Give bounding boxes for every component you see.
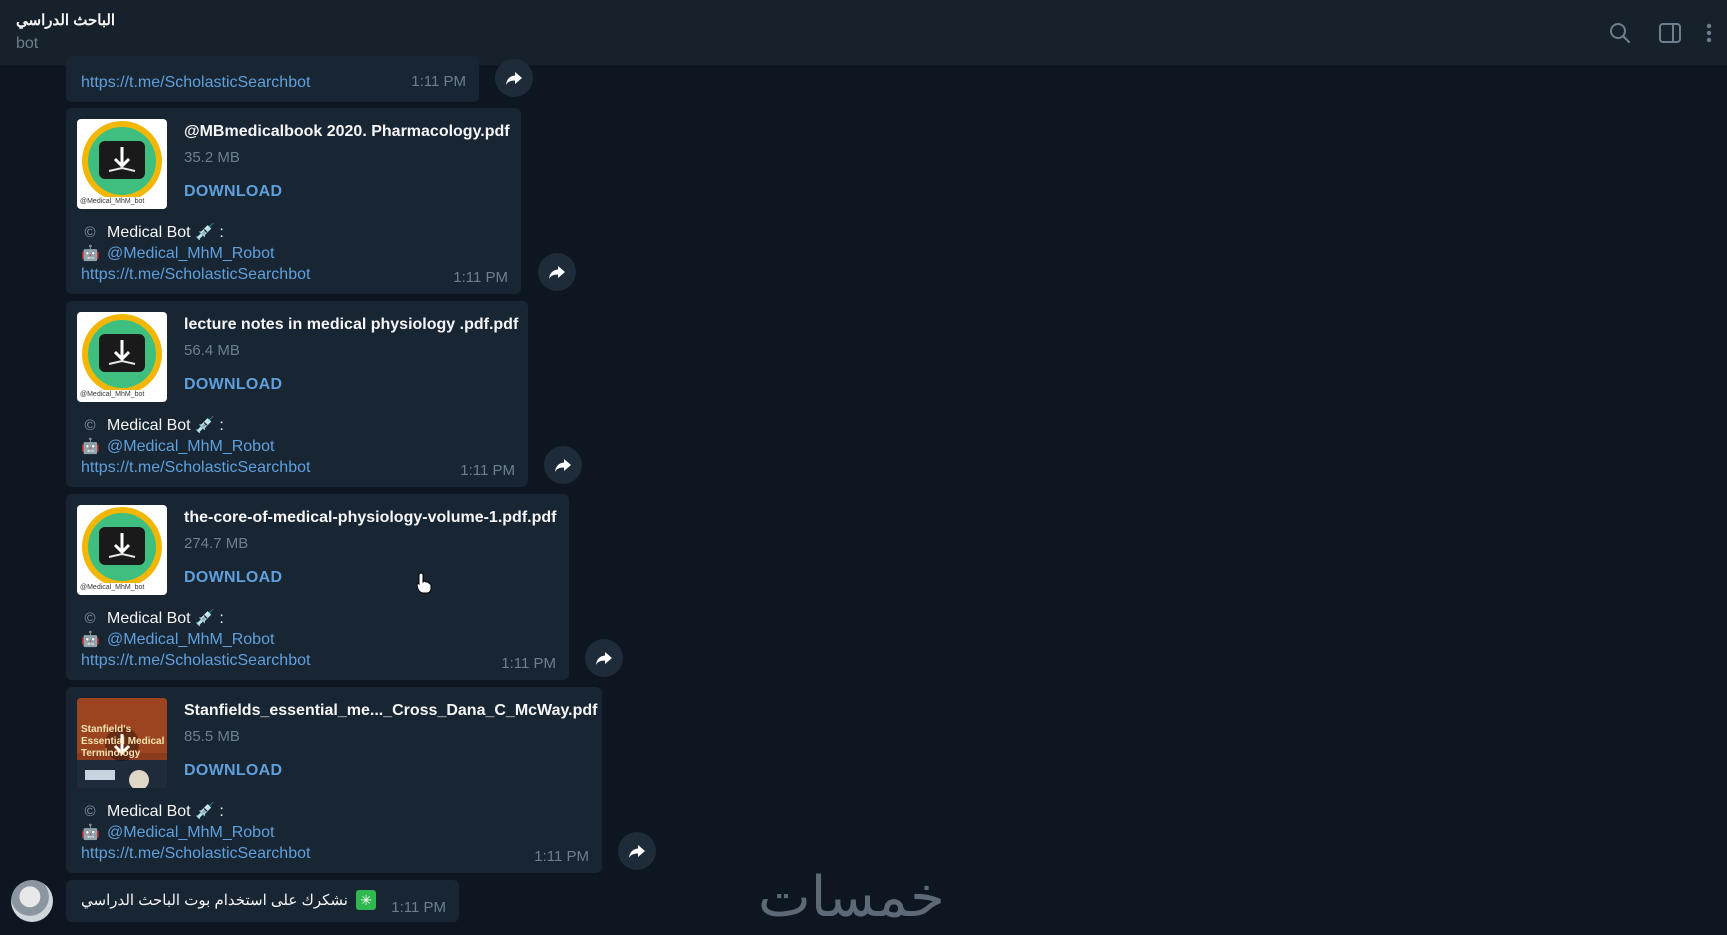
copyright-icon: © — [84, 610, 96, 627]
caption-link[interactable]: https://t.me/ScholasticSearchbot — [81, 74, 310, 92]
download-button[interactable]: DOWNLOAD — [184, 762, 282, 780]
caption-link[interactable]: https://t.me/ScholasticSearchbot — [81, 652, 310, 670]
caption-handle[interactable]: @Medical_MhM_Robot — [107, 631, 274, 648]
file-size: 56.4 MB — [184, 342, 240, 359]
file-thumbnail[interactable]: @Medical_MhM_bot — [77, 312, 167, 402]
caption-line: © Medical Bot 💉 : — [81, 801, 223, 821]
robot-icon: 🤖 — [81, 631, 100, 648]
caption-line: © Medical Bot 💉 : — [81, 608, 223, 628]
forward-icon — [629, 845, 645, 858]
thumbnail-label: @Medical_MhM_bot — [80, 198, 145, 205]
caption-link[interactable]: https://t.me/ScholasticSearchbot — [81, 266, 310, 284]
forward-button[interactable] — [544, 446, 582, 484]
message-time: 1:11 PM — [391, 899, 446, 916]
copyright-icon: © — [84, 417, 96, 434]
caption-line: © Medical Bot 💉 : — [81, 415, 223, 435]
caption-handle[interactable]: @Medical_MhM_Robot — [107, 824, 274, 841]
file-thumbnail[interactable]: @Medical_MhM_bot — [77, 505, 167, 595]
file-name: @MBmedicalbook 2020. Pharmacology.pdf — [184, 123, 510, 140]
message-time: 1:11 PM — [460, 462, 515, 479]
watermark-logo: خمسات — [758, 865, 945, 930]
file-name: the-core-of-medical-physiology-volume-1.… — [184, 509, 557, 526]
caption-link[interactable]: https://t.me/ScholasticSearchbot — [81, 459, 310, 477]
message-time: 1:11 PM — [501, 655, 556, 672]
sidebar-toggle-icon[interactable] — [1657, 20, 1683, 46]
caption-link[interactable]: https://t.me/ScholasticSearchbot — [81, 845, 310, 863]
file-name: lecture notes in medical physiology .pdf… — [184, 316, 519, 333]
hand-cursor-icon — [416, 572, 432, 594]
file-name: Stanfields_essential_me..._Cross_Dana_C_… — [184, 702, 598, 719]
file-size: 274.7 MB — [184, 535, 249, 552]
forward-button[interactable] — [585, 639, 623, 677]
file-message: @Medical_MhM_bot the-core-of-medical-phy… — [66, 494, 569, 680]
forward-button[interactable] — [495, 59, 533, 97]
message-time: 1:11 PM — [453, 269, 508, 286]
copyright-icon: © — [84, 224, 96, 241]
file-thumbnail[interactable]: @Medical_MhM_bot — [77, 119, 167, 209]
file-message: Stanfield's Essential Medical Terminolog… — [66, 687, 602, 873]
download-button[interactable]: DOWNLOAD — [184, 376, 282, 394]
bot-avatar[interactable] — [11, 880, 53, 922]
caption-handle[interactable]: @Medical_MhM_Robot — [107, 245, 274, 262]
more-vertical-icon[interactable] — [1702, 20, 1716, 46]
sparkle-emoji-icon: ✳ — [356, 890, 377, 910]
thumbnail-label: @Medical_MhM_bot — [80, 584, 145, 591]
message-time: 1:11 PM — [534, 848, 589, 865]
chat-title[interactable]: الباحث الدراسي — [16, 11, 115, 29]
forward-icon — [506, 72, 522, 85]
message-time: 1:11 PM — [411, 73, 466, 90]
download-button[interactable]: DOWNLOAD — [184, 183, 282, 201]
forward-icon — [596, 652, 612, 665]
robot-icon: 🤖 — [81, 824, 100, 841]
text-message: نشكرك على استخدام بوت الباحث الدراسي ✳ 1… — [66, 880, 459, 922]
message-text: نشكرك على استخدام بوت الباحث الدراسي — [81, 892, 348, 909]
search-icon[interactable] — [1607, 20, 1633, 46]
file-size: 85.5 MB — [184, 728, 240, 745]
file-message: @Medical_MhM_bot lecture notes in medica… — [66, 301, 528, 487]
copyright-icon: © — [84, 803, 96, 820]
robot-icon: 🤖 — [81, 245, 100, 262]
thumbnail-label: @Medical_MhM_bot — [80, 391, 145, 398]
robot-icon: 🤖 — [81, 438, 100, 455]
forward-button[interactable] — [538, 253, 576, 291]
file-message: @Medical_MhM_bot @MBmedicalbook 2020. Ph… — [66, 108, 521, 294]
file-thumbnail[interactable]: Stanfield's Essential Medical Terminolog… — [77, 698, 167, 788]
chat-subtitle: bot — [16, 35, 39, 52]
thumbnail-label: Stanfield's Essential Medical Terminolog… — [81, 724, 165, 759]
caption-handle[interactable]: @Medical_MhM_Robot — [107, 438, 274, 455]
caption-line: © Medical Bot 💉 : — [81, 222, 223, 242]
file-size: 35.2 MB — [184, 149, 240, 166]
forward-icon — [549, 266, 565, 279]
download-button[interactable]: DOWNLOAD — [184, 569, 282, 587]
forward-icon — [555, 459, 571, 472]
forward-button[interactable] — [618, 832, 656, 870]
message-bubble-partial: https://t.me/ScholasticSearchbot 1:11 PM — [66, 56, 479, 102]
